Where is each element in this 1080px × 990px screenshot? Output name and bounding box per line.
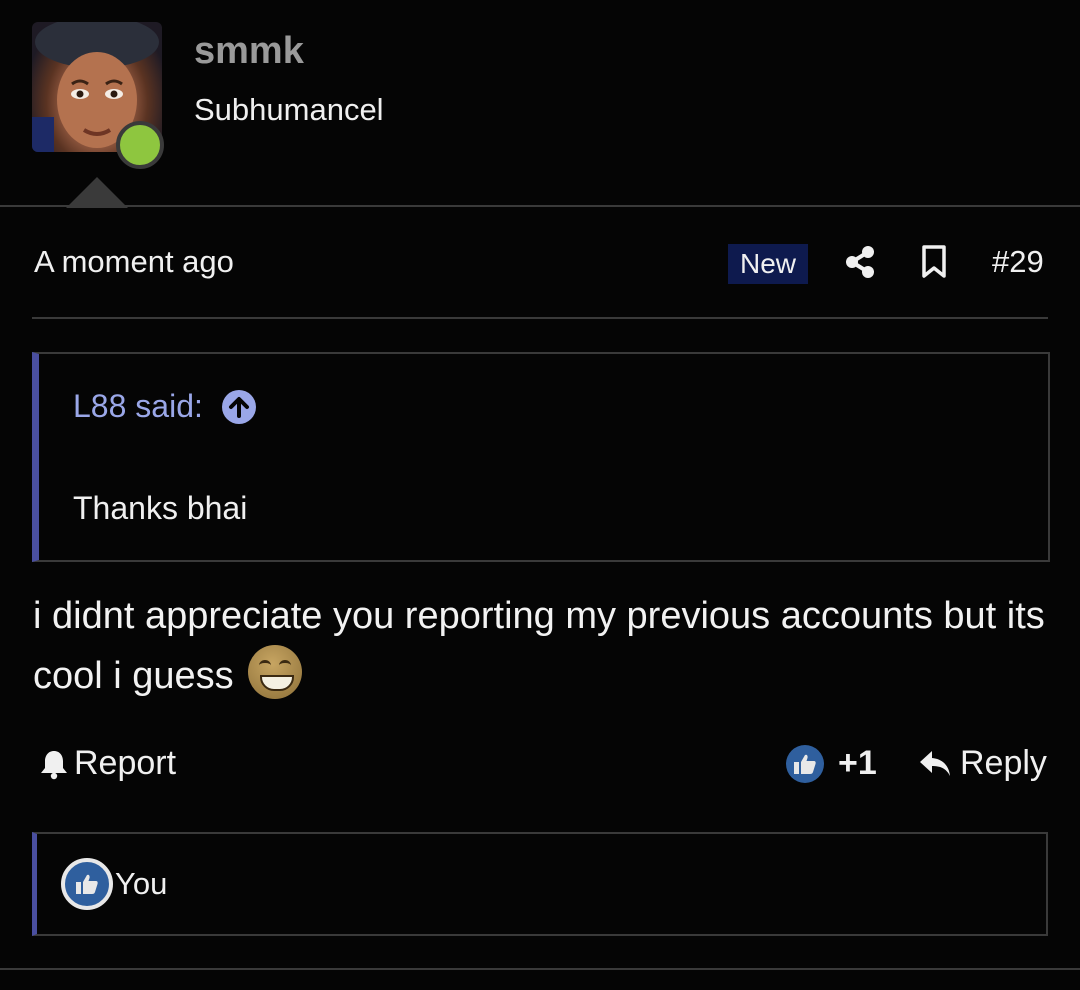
quote-header[interactable]: L88 said: xyxy=(73,388,257,425)
reply-button[interactable]: Reply xyxy=(918,744,1047,783)
report-label: Report xyxy=(74,744,177,782)
thumbs-up-icon xyxy=(61,858,113,910)
footer-divider xyxy=(0,968,1080,970)
reaction-count[interactable]: +1 xyxy=(838,744,877,783)
reply-label: Reply xyxy=(960,744,1047,782)
quote-author[interactable]: L88 said: xyxy=(73,388,203,425)
post-pointer-arrow xyxy=(66,177,128,208)
quote-block: L88 said: Thanks bhai xyxy=(32,352,1050,562)
reactor-name[interactable]: You xyxy=(115,866,167,902)
reaction-summary[interactable]: +1 xyxy=(786,744,877,783)
reactor-item[interactable]: You xyxy=(61,858,167,910)
share-icon xyxy=(846,246,874,278)
reply-icon xyxy=(920,750,950,776)
author-username[interactable]: smmk xyxy=(194,30,304,73)
new-badge: New xyxy=(728,244,808,284)
author-avatar-container[interactable] xyxy=(32,22,164,169)
thumbs-up-icon[interactable] xyxy=(786,744,824,783)
header-divider xyxy=(0,205,1080,207)
arrow-up-circle-icon[interactable] xyxy=(221,389,257,425)
post-number-link[interactable]: #29 xyxy=(992,244,1044,280)
bell-icon xyxy=(41,750,67,779)
author-title: Subhumancel xyxy=(194,92,384,127)
reactions-list[interactable]: You xyxy=(32,832,1048,936)
report-button[interactable]: Report xyxy=(38,744,176,783)
meta-divider xyxy=(32,317,1048,319)
online-status-indicator xyxy=(116,121,164,169)
message-body: i didnt appreciate you reporting my prev… xyxy=(33,586,1053,706)
message-text: i didnt appreciate you reporting my prev… xyxy=(33,595,1045,697)
laughing-with-tears-icon xyxy=(248,644,303,699)
post-timestamp[interactable]: A moment ago xyxy=(34,244,234,280)
bookmark-button[interactable] xyxy=(914,242,954,282)
share-button[interactable] xyxy=(840,242,880,282)
bookmark-icon xyxy=(922,245,946,278)
quote-text: Thanks bhai xyxy=(73,490,248,526)
